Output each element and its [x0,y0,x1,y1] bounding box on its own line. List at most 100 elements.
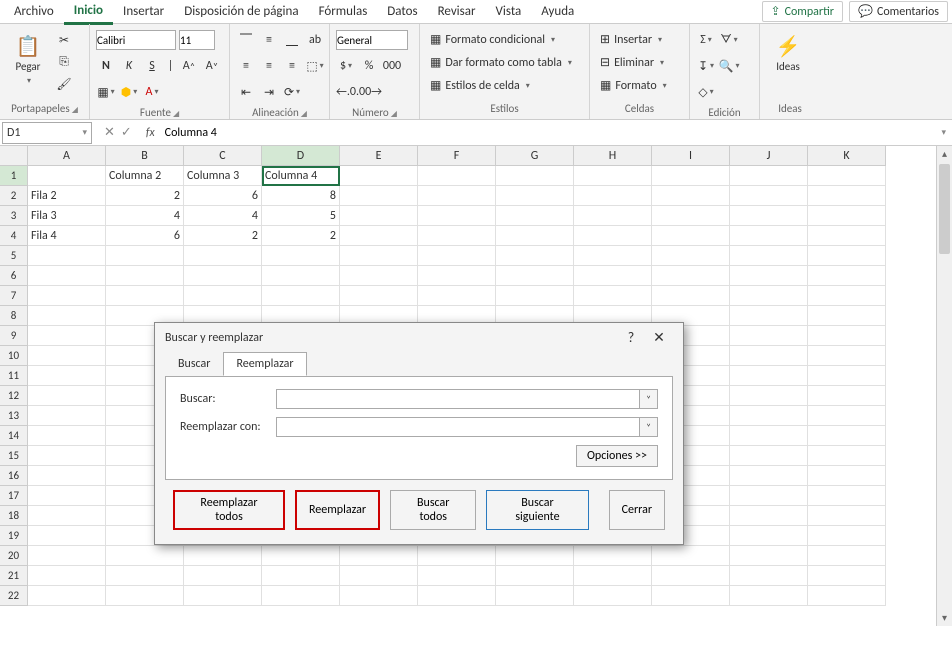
cell-I6[interactable] [652,266,730,286]
row-header-5[interactable]: 5 [0,246,28,266]
cell-J21[interactable] [730,566,808,586]
tab-datos[interactable]: Datos [377,0,427,23]
cell-A19[interactable] [28,526,106,546]
col-header-H[interactable]: H [574,146,652,166]
cell-K13[interactable] [808,406,886,426]
format-cells-button[interactable]: ▦Formato [596,76,671,95]
insert-cells-button[interactable]: ⊞Insertar [596,30,666,49]
cell-D7[interactable] [262,286,340,306]
align-bottom-button[interactable]: ⎽ [282,30,302,50]
clear-button[interactable]: ◇ [696,82,716,102]
cell-H1[interactable] [574,166,652,186]
cell-K18[interactable] [808,506,886,526]
cell-I7[interactable] [652,286,730,306]
bold-button[interactable]: N [96,56,116,76]
cell-A1[interactable] [28,166,106,186]
row-header-10[interactable]: 10 [0,346,28,366]
find-next-button[interactable]: Buscar siguiente [486,490,588,530]
cell-F6[interactable] [418,266,496,286]
cell-G6[interactable] [496,266,574,286]
cell-J12[interactable] [730,386,808,406]
cell-J6[interactable] [730,266,808,286]
cell-A11[interactable] [28,366,106,386]
cell-J7[interactable] [730,286,808,306]
cell-A7[interactable] [28,286,106,306]
row-header-22[interactable]: 22 [0,586,28,606]
tab-inicio[interactable]: Inicio [64,0,113,25]
underline-button[interactable]: S [142,56,162,76]
cell-G1[interactable] [496,166,574,186]
cell-B3[interactable]: 4 [106,206,184,226]
cell-I22[interactable] [652,586,730,606]
cell-C21[interactable] [184,566,262,586]
row-header-14[interactable]: 14 [0,426,28,446]
cell-J19[interactable] [730,526,808,546]
cell-F21[interactable] [418,566,496,586]
cell-G5[interactable] [496,246,574,266]
cell-B22[interactable] [106,586,184,606]
cell-E21[interactable] [340,566,418,586]
cell-J13[interactable] [730,406,808,426]
cell-I4[interactable] [652,226,730,246]
cell-I20[interactable] [652,546,730,566]
conditional-formatting-button[interactable]: ▦Formato condicional [426,30,559,49]
row-header-3[interactable]: 3 [0,206,28,226]
cell-K16[interactable] [808,466,886,486]
cell-H6[interactable] [574,266,652,286]
paste-button[interactable]: 📋 Pegar [6,30,50,88]
scroll-down-button[interactable] [937,610,952,626]
cell-K1[interactable] [808,166,886,186]
format-painter-button[interactable]: 🖌 [54,74,74,94]
ideas-button[interactable]: ⚡ Ideas [766,30,810,75]
replace-button[interactable]: Reemplazar [295,490,380,530]
cell-J2[interactable] [730,186,808,206]
close-button[interactable]: Cerrar [609,490,665,530]
cell-C1[interactable]: Columna 3 [184,166,262,186]
tab-insertar[interactable]: Insertar [113,0,174,23]
number-format-select[interactable] [336,30,408,50]
autosum-button[interactable]: Σ [696,30,716,50]
cell-I21[interactable] [652,566,730,586]
cell-G22[interactable] [496,586,574,606]
col-header-E[interactable]: E [340,146,418,166]
cell-B20[interactable] [106,546,184,566]
tab-revisar[interactable]: Revisar [428,0,486,23]
row-header-19[interactable]: 19 [0,526,28,546]
cell-K20[interactable] [808,546,886,566]
scroll-thumb[interactable] [939,164,950,254]
cell-H20[interactable] [574,546,652,566]
decrease-indent-button[interactable]: ⇤ [236,82,256,102]
replace-all-button[interactable]: Reemplazar todos [173,490,285,530]
cell-F4[interactable] [418,226,496,246]
tab-replace[interactable]: Reemplazar [223,352,306,376]
cell-E2[interactable] [340,186,418,206]
cell-A6[interactable] [28,266,106,286]
cell-F3[interactable] [418,206,496,226]
cell-E22[interactable] [340,586,418,606]
tab-disposicion[interactable]: Disposición de página [174,0,308,23]
cell-E3[interactable] [340,206,418,226]
row-header-16[interactable]: 16 [0,466,28,486]
cell-D2[interactable]: 8 [262,186,340,206]
cell-F22[interactable] [418,586,496,606]
cell-B1[interactable]: Columna 2 [106,166,184,186]
cell-J18[interactable] [730,506,808,526]
align-center-button[interactable]: ≡ [259,56,279,76]
row-header-13[interactable]: 13 [0,406,28,426]
align-right-button[interactable]: ≡ [282,56,302,76]
replace-input[interactable] [276,417,640,437]
cell-K5[interactable] [808,246,886,266]
row-header-9[interactable]: 9 [0,326,28,346]
cell-E4[interactable] [340,226,418,246]
tab-find[interactable]: Buscar [165,352,223,376]
cell-A4[interactable]: Fila 4 [28,226,106,246]
cell-A8[interactable] [28,306,106,326]
merge-button[interactable]: ⬚ [305,56,325,76]
cell-G7[interactable] [496,286,574,306]
tab-formulas[interactable]: Fórmulas [309,0,378,23]
cell-F7[interactable] [418,286,496,306]
find-all-button[interactable]: Buscar todos [390,490,476,530]
tab-ayuda[interactable]: Ayuda [531,0,584,23]
cell-C2[interactable]: 6 [184,186,262,206]
cell-C7[interactable] [184,286,262,306]
